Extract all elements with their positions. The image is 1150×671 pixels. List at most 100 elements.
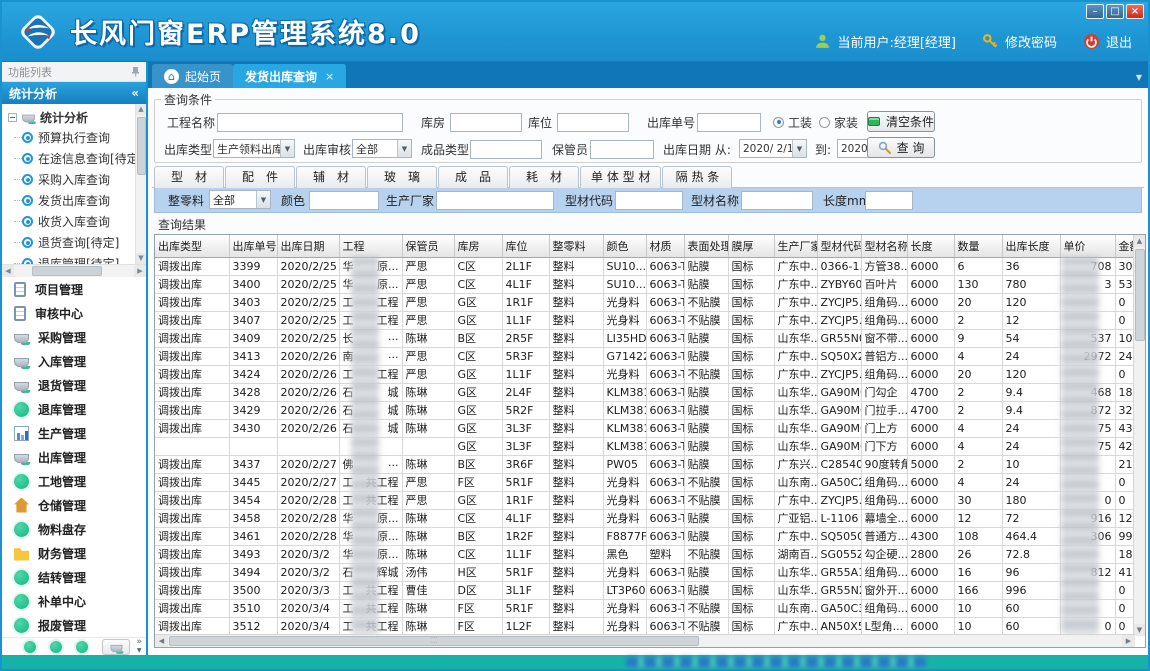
maximize-button[interactable]: □ (1106, 4, 1124, 19)
order-no-input[interactable] (697, 113, 761, 132)
toolbar-overflow-chevron[interactable]: » ▼ (136, 638, 142, 655)
table-row[interactable]: 调拨出库 3429 2020/2/26 石城 陈琳 G区 5R2F 整料 KLM… (155, 401, 1135, 419)
sidebar-module-item[interactable]: 采购管理 (2, 325, 146, 349)
sidebar-module-item[interactable]: 物料盘存 (2, 517, 146, 541)
table-row[interactable]: 调拨出库 3437 2020/2/27 佛... 陈琳 B区 3R6F 整料 P… (155, 455, 1135, 473)
scroll-left-icon[interactable]: ◀ (2, 265, 14, 277)
circle-icon[interactable] (76, 641, 88, 653)
radio-selected-icon[interactable] (773, 117, 784, 128)
material-tab[interactable]: 单 体 型 材 (580, 166, 661, 188)
tab-home[interactable]: ⌂ 起始页 (152, 64, 233, 88)
tree-item[interactable]: 采购入库查询 (8, 169, 146, 190)
sidebar-module-item[interactable]: 审核中心 (2, 301, 146, 325)
material-tab[interactable]: 耗 材 (509, 166, 579, 188)
sidebar-module-item[interactable]: 项目管理 (2, 277, 146, 301)
circle-icon[interactable] (24, 641, 36, 653)
column-header[interactable]: 材质 (646, 235, 684, 257)
logout-link[interactable]: 退出 (1106, 32, 1132, 51)
table-row[interactable]: 调拨出库 3409 2020/2/25 长... 陈琳 B区 2R5F 整料 L… (155, 329, 1135, 347)
scroll-thumb[interactable] (32, 266, 102, 276)
column-header[interactable]: 金额 (1115, 235, 1135, 257)
tab-list-chevron-icon[interactable]: ▼ (1136, 73, 1142, 82)
column-header[interactable]: 表面处理 (684, 235, 728, 257)
tab-shipping-outbound-query[interactable]: 发货出库查询 × (233, 64, 346, 88)
column-header[interactable]: 型材名称 (861, 235, 907, 257)
scroll-thumb[interactable] (137, 117, 146, 175)
location-input[interactable] (557, 113, 629, 132)
column-header[interactable]: 单价 (1060, 235, 1115, 257)
table-row[interactable]: 调拨出库 3512 2020/3/4 工共工程 陈琳 F区 1L2F 整料 光身… (155, 617, 1135, 635)
keeper-input[interactable] (590, 140, 654, 159)
table-row[interactable]: 调拨出库 3424 2020/2/26 工工程 严思 G区 1L1F 整料 光身… (155, 365, 1135, 383)
material-tab[interactable]: 型 材 (154, 166, 224, 188)
column-header[interactable]: 出库单号 (229, 235, 277, 257)
close-button[interactable]: × (1126, 4, 1144, 19)
table-row[interactable]: 调拨出库 3403 2020/2/25 工工程 严思 G区 1R1F 整料 光身… (155, 293, 1135, 311)
radio-unselected-icon[interactable] (819, 117, 830, 128)
column-header[interactable]: 膜厚 (728, 235, 774, 257)
material-tab[interactable]: 辅 材 (296, 166, 366, 188)
scroll-left-icon[interactable]: ◀ (155, 635, 168, 647)
circle-icon[interactable] (50, 641, 62, 653)
tree-horizontal-scrollbar[interactable]: ◀ ▶ (2, 264, 146, 277)
tree-item[interactable]: 发货出库查询 (8, 190, 146, 211)
sidebar-module-item[interactable]: 工地管理 (2, 469, 146, 493)
outbound-type-select[interactable]: 生产领料出库▼ (213, 139, 295, 158)
minimize-button[interactable]: – (1086, 4, 1104, 19)
column-header[interactable]: 型材代码 (817, 235, 861, 257)
table-row[interactable]: 调拨出库 3461 2020/2/28 华原... 陈琳 B区 1R2F 整料 … (155, 527, 1135, 545)
length-input[interactable] (865, 191, 913, 210)
scroll-down-icon[interactable]: ▼ (1134, 624, 1145, 636)
grid-vertical-scrollbar[interactable]: ▲ ▼ (1133, 235, 1145, 636)
tree-item[interactable]: 预算执行查询 (8, 127, 146, 148)
table-row[interactable]: 调拨出库 3458 2020/2/28 华原... 陈琳 C区 4L1F 整料 … (155, 509, 1135, 527)
date-from-select[interactable]: 2020/ 2/16▼ (739, 139, 807, 158)
search-button[interactable]: 查 询 (867, 137, 935, 158)
material-tab[interactable]: 成 品 (438, 166, 508, 188)
column-header[interactable]: 库房 (454, 235, 502, 257)
column-header[interactable]: 数量 (954, 235, 1002, 257)
sidebar-module-item[interactable]: 生产管理 (2, 421, 146, 445)
product-type-input[interactable] (470, 140, 542, 159)
table-row[interactable]: 调拨出库 3430 2020/2/26 石城 陈琳 G区 3L3F 整料 KLM… (155, 419, 1135, 437)
warehouse-input[interactable] (450, 113, 522, 132)
chevron-down-icon[interactable]: ▼ (280, 140, 294, 157)
collapse-chevron-icon[interactable]: « (131, 86, 139, 100)
scroll-right-icon[interactable]: ▶ (134, 265, 146, 277)
scroll-thumb[interactable] (169, 636, 699, 646)
column-header[interactable]: 工程 (339, 235, 402, 257)
tree-collapse-icon[interactable]: − (8, 113, 17, 122)
scroll-up-icon[interactable]: ▲ (136, 104, 146, 115)
project-name-input[interactable] (217, 113, 403, 132)
tree-item[interactable]: 在途信息查询[待定] (8, 148, 146, 169)
radio-home[interactable]: 家装 (819, 112, 858, 132)
change-password-link[interactable]: 修改密码 (1005, 32, 1057, 51)
scroll-thumb[interactable] (1135, 249, 1145, 341)
column-header[interactable]: 出库长度 (1002, 235, 1060, 257)
column-header[interactable]: 出库日期 (277, 235, 339, 257)
scroll-up-icon[interactable]: ▲ (1134, 235, 1145, 247)
material-tab[interactable]: 玻 璃 (367, 166, 437, 188)
column-header[interactable]: 保管员 (402, 235, 454, 257)
column-header[interactable]: 出库类型 (155, 235, 229, 257)
stats-section-header[interactable]: 统计分析 « (2, 82, 146, 104)
chevron-down-icon[interactable]: ▼ (256, 191, 270, 208)
table-row[interactable]: 调拨出库 3494 2020/3/2 石辉城 汤伟 H区 5R1F 整料 光身料 (155, 563, 1135, 581)
chevron-down-icon[interactable]: ▼ (397, 140, 411, 157)
sidebar-module-item[interactable]: 退库管理 (2, 397, 146, 421)
table-row[interactable]: 调拨出库 3400 2020/2/25 华原... 严思 C区 4L1F 整料 … (155, 275, 1135, 293)
clear-conditions-button[interactable]: 清空条件 (867, 111, 935, 132)
pin-icon[interactable] (131, 66, 140, 77)
profile-name-input[interactable] (741, 191, 813, 210)
tree-item[interactable]: 退库管理[待定] (8, 253, 146, 264)
chevron-down-icon[interactable]: ▼ (792, 140, 806, 157)
maker-input[interactable] (436, 191, 554, 210)
column-header[interactable]: 颜色 (603, 235, 646, 257)
sidebar-module-item[interactable]: 退货管理 (2, 373, 146, 397)
part-type-select[interactable]: 全部▼ (209, 190, 271, 209)
table-row[interactable]: 调拨出库 3399 2020/2/25 华原... 严思 C区 2L1F 整料 … (155, 257, 1135, 275)
tree-root[interactable]: − 统计分析 (8, 107, 146, 127)
column-header[interactable]: 长度 (907, 235, 954, 257)
table-row[interactable]: G区 3L3F 整料 KLM3817 6063-T5 贴膜 国标 山东华... … (155, 437, 1135, 455)
sidebar-module-item[interactable]: 结转管理 (2, 565, 146, 589)
